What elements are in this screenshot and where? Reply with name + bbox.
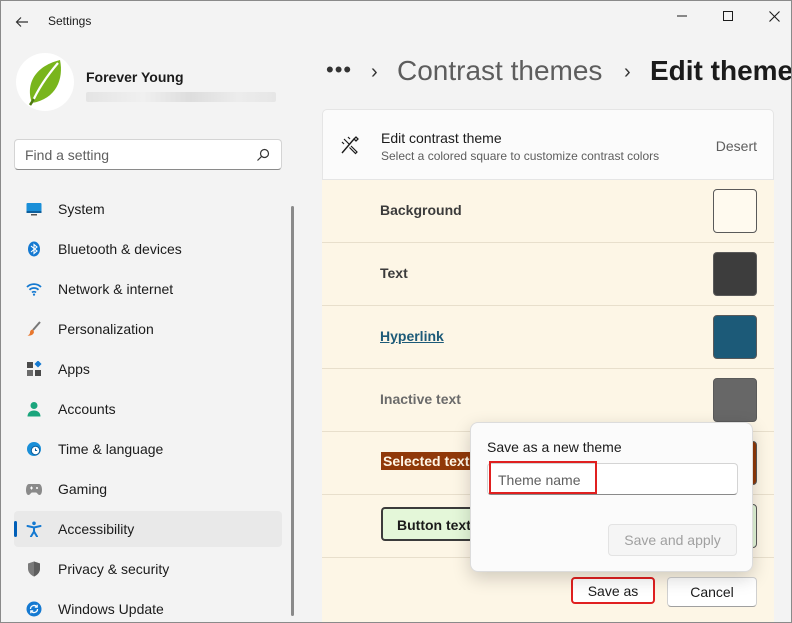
- back-arrow-icon: [15, 17, 28, 27]
- sidebar-item-gaming[interactable]: Gaming: [14, 471, 282, 507]
- sidebar-item-label: Accessibility: [58, 521, 135, 537]
- minimize-icon: [677, 15, 687, 17]
- back-button[interactable]: [9, 9, 35, 35]
- wifi-icon: [26, 281, 42, 297]
- flyout-title: Save as a new theme: [487, 439, 622, 455]
- sidebar-item-label: Personalization: [58, 321, 154, 337]
- user-name: Forever Young: [86, 69, 184, 85]
- sidebar-item-label: Network & internet: [58, 281, 174, 297]
- bluetooth-icon: [26, 241, 42, 257]
- shield-icon: [26, 561, 42, 577]
- accessibility-icon: [26, 521, 42, 537]
- sidebar-item-time-language[interactable]: Time & language: [14, 431, 282, 467]
- sidebar-item-apps[interactable]: Apps: [14, 351, 282, 387]
- sidebar-item-label: Apps: [58, 361, 90, 377]
- person-icon: [26, 401, 42, 417]
- sidebar-item-privacy[interactable]: Privacy & security: [14, 551, 282, 587]
- avatar[interactable]: [16, 53, 74, 111]
- sidebar-item-label: Windows Update: [58, 601, 164, 617]
- sidebar-item-label: Privacy & security: [58, 561, 170, 577]
- title-bar: Settings: [1, 1, 791, 41]
- breadcrumb-separator-icon: ›: [371, 61, 378, 83]
- clock-globe-icon: [26, 441, 42, 457]
- sidebar-item-network[interactable]: Network & internet: [14, 271, 282, 307]
- edit-theme-title: Edit contrast theme: [381, 130, 502, 146]
- row-label: Text: [380, 265, 408, 281]
- sidebar-item-bluetooth[interactable]: Bluetooth & devices: [14, 231, 282, 267]
- search-box[interactable]: [14, 139, 282, 170]
- paint-brush-icon: [341, 136, 359, 155]
- search-input[interactable]: [25, 146, 245, 164]
- breadcrumb-overflow-button[interactable]: •••: [326, 57, 352, 83]
- theme-name-input[interactable]: [498, 471, 728, 489]
- color-swatch-text[interactable]: [713, 252, 757, 296]
- save-as-flyout: Save as a new theme Save and apply: [470, 422, 753, 572]
- app-title: Settings: [48, 14, 92, 28]
- save-and-apply-button[interactable]: Save and apply: [608, 524, 737, 556]
- color-swatch-background[interactable]: [713, 189, 757, 233]
- page-title: Edit theme: [650, 55, 792, 86]
- sidebar-item-system[interactable]: System: [14, 191, 282, 227]
- save-as-button[interactable]: Save as: [571, 577, 655, 604]
- gamepad-icon: [26, 481, 42, 497]
- edit-theme-subtitle: Select a colored square to customize con…: [381, 149, 660, 163]
- sidebar-nav: System Bluetooth & devices Network & int…: [14, 191, 282, 622]
- sidebar-item-windows-update[interactable]: Windows Update: [14, 591, 282, 622]
- sidebar-scrollbar[interactable]: [291, 206, 294, 616]
- search-icon[interactable]: [255, 147, 271, 163]
- color-row-hyperlink: Hyperlink: [322, 306, 774, 369]
- row-label: Hyperlink: [380, 328, 444, 344]
- color-swatch-inactive-text[interactable]: [713, 378, 757, 422]
- close-icon: [768, 10, 780, 22]
- brush-icon: [26, 321, 42, 337]
- color-swatch-hyperlink[interactable]: [713, 315, 757, 359]
- maximize-icon: [723, 11, 733, 21]
- breadcrumb-contrast-themes[interactable]: Contrast themes: [397, 55, 602, 87]
- sidebar-item-accounts[interactable]: Accounts: [14, 391, 282, 427]
- row-label: Selected text: [381, 452, 472, 470]
- row-label: Inactive text: [380, 391, 461, 407]
- update-icon: [26, 601, 42, 617]
- sidebar-item-personalization[interactable]: Personalization: [14, 311, 282, 347]
- sidebar-item-accessibility[interactable]: Accessibility: [14, 511, 282, 547]
- edit-theme-header: Edit contrast theme Select a colored squ…: [322, 109, 774, 180]
- breadcrumb-separator-icon: ›: [624, 61, 631, 83]
- row-label: Background: [380, 202, 462, 218]
- system-icon: [26, 201, 42, 217]
- color-row-text: Text: [322, 243, 774, 306]
- cancel-button[interactable]: Cancel: [667, 577, 757, 607]
- leaf-icon: [28, 60, 61, 106]
- theme-name-field[interactable]: [487, 463, 738, 495]
- user-email-redacted: [86, 92, 276, 102]
- theme-name-label: Desert: [715, 138, 757, 154]
- close-button[interactable]: [751, 1, 791, 31]
- sidebar-item-label: Accounts: [58, 401, 116, 417]
- minimize-button[interactable]: [659, 1, 705, 31]
- sidebar-item-label: System: [58, 201, 105, 217]
- sidebar-item-label: Bluetooth & devices: [58, 241, 182, 257]
- maximize-button[interactable]: [705, 1, 751, 31]
- color-row-background: Background: [322, 180, 774, 243]
- apps-icon: [26, 361, 42, 377]
- sidebar-item-label: Time & language: [58, 441, 164, 457]
- sidebar-item-label: Gaming: [58, 481, 108, 497]
- settings-window: Settings Forever Young Find a setting Sy…: [0, 0, 792, 623]
